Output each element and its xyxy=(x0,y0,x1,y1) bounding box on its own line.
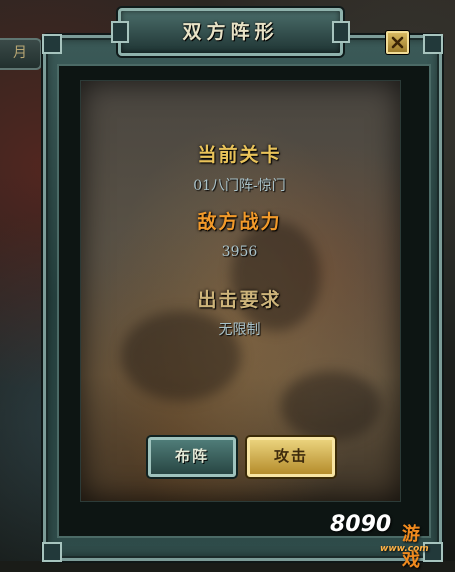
current-level-label: 当前关卡 xyxy=(197,144,282,166)
frame-corner xyxy=(42,34,62,54)
enemy-power-value: 3956 xyxy=(221,244,258,260)
requirement-value: 无限制 xyxy=(218,322,261,338)
dialog-title: 双方阵形 xyxy=(182,21,279,43)
watermark-label: 游戏 xyxy=(402,524,420,571)
background-tab[interactable]: 月 xyxy=(0,38,42,70)
watermark-number: 8090 xyxy=(330,512,392,537)
current-level-value: 01八门阵-惊门 xyxy=(193,178,286,194)
site-watermark: 8090 www.com 游戏 xyxy=(330,512,429,571)
close-icon xyxy=(391,36,404,49)
requirement-label: 出击要求 xyxy=(197,289,282,311)
frame-corner xyxy=(423,34,443,54)
frame-corner xyxy=(42,542,62,562)
enemy-power-label: 敌方战力 xyxy=(197,211,282,233)
attack-button[interactable]: 攻击 xyxy=(247,437,335,477)
dialog-title-plaque: 双方阵形 xyxy=(111,8,350,56)
deploy-button[interactable]: 布阵 xyxy=(148,437,236,477)
close-button[interactable] xyxy=(386,31,409,54)
